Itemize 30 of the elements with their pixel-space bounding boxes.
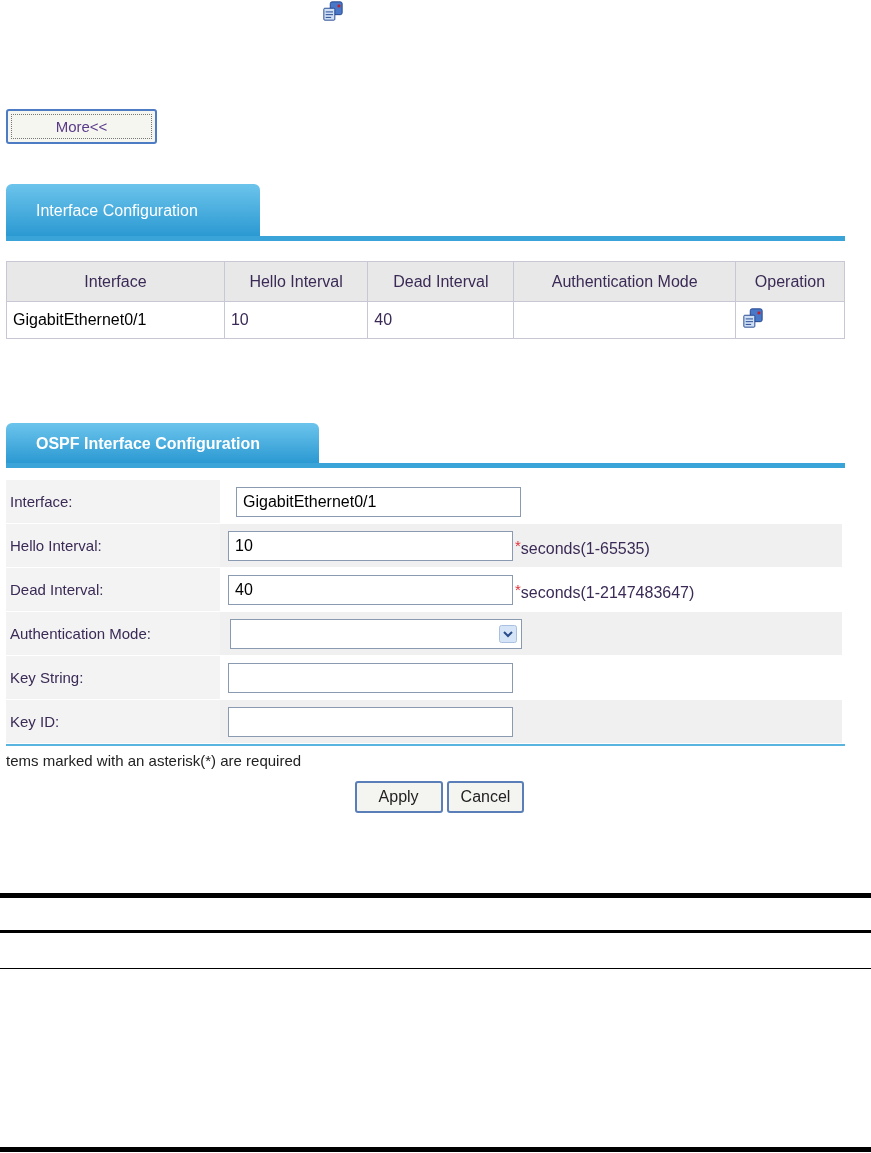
- input-field[interactable]: 10: [228, 530, 513, 561]
- chevron-icon: [499, 624, 517, 643]
- form-button[interactable]: Apply: [354, 781, 443, 813]
- column-header: Operation: [735, 261, 845, 302]
- dropdown-field[interactable]: [230, 618, 522, 649]
- required-asterisk: *: [515, 581, 521, 598]
- field-label: Key String:: [10, 669, 84, 686]
- input-field[interactable]: GigabitEthernet0/1: [236, 486, 521, 517]
- field-label: Key ID:: [10, 713, 60, 730]
- column-header: Dead Interval: [367, 261, 514, 302]
- column-header: Hello Interval: [224, 261, 368, 302]
- more-button[interactable]: More<<: [6, 109, 157, 144]
- field-label: Interface:: [10, 493, 73, 510]
- required-asterisk: *: [515, 537, 521, 554]
- field-label: Dead Interval:: [10, 581, 104, 598]
- range-hint: seconds(1-65535): [520, 539, 650, 558]
- input-field[interactable]: [228, 662, 513, 693]
- config-icon[interactable]: [741, 307, 764, 329]
- input-field[interactable]: [228, 706, 513, 737]
- required-note: tems marked with an asterisk(*) are required: [6, 744, 845, 769]
- form-button[interactable]: Cancel: [446, 781, 525, 813]
- column-header: Authentication Mode: [513, 261, 736, 302]
- field-label: Hello Interval:: [10, 537, 102, 554]
- table-cell: 10: [230, 311, 249, 328]
- config-icon[interactable]: [322, 0, 344, 22]
- input-field[interactable]: 40: [228, 574, 513, 605]
- table-cell: 40: [374, 311, 393, 328]
- range-hint: seconds(1-2147483647): [520, 583, 695, 602]
- field-label: Authentication Mode:: [10, 625, 151, 642]
- column-header: Interface: [6, 261, 225, 302]
